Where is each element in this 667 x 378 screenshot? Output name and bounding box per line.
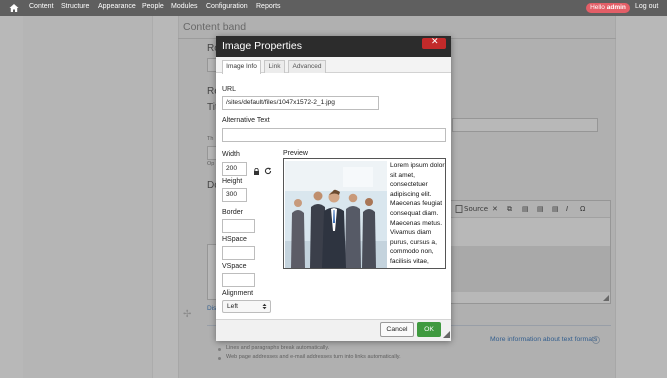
close-button[interactable]: ✕ <box>422 37 446 49</box>
height-input[interactable]: 300 <box>222 188 247 202</box>
tab-image-info[interactable]: Image Info <box>222 60 261 74</box>
url-label: URL <box>222 86 237 93</box>
alt-text-label: Alternative Text <box>222 117 270 124</box>
width-label: Width <box>222 151 240 158</box>
hspace-input[interactable] <box>222 246 255 260</box>
dialog-resize-icon[interactable] <box>443 331 450 338</box>
preview-label: Preview <box>283 150 308 157</box>
close-icon: ✕ <box>431 37 439 47</box>
dialog-title-bar[interactable]: Image Properties <box>216 36 451 57</box>
vspace-input[interactable] <box>222 273 255 287</box>
border-input[interactable] <box>222 219 255 233</box>
hello-user-badge[interactable]: Hello admin <box>586 3 630 13</box>
dialog-tabs: Image Info Link Advanced <box>216 57 451 74</box>
hspace-label: HSpace <box>222 236 247 243</box>
alt-text-input[interactable] <box>222 128 446 142</box>
dialog-title: Image Properties <box>222 40 302 52</box>
hello-prefix: Hello <box>590 4 605 11</box>
border-label: Border <box>222 209 244 216</box>
reset-icon[interactable] <box>264 167 272 175</box>
toolbar-item-content[interactable]: Content <box>29 3 54 10</box>
select-arrows-icon <box>262 303 267 310</box>
alignment-label: Alignment <box>222 290 254 297</box>
image-preview: Lorem ipsum dolor sit amet, consectetuer… <box>283 158 446 269</box>
toolbar-item-configuration[interactable]: Configuration <box>206 3 248 10</box>
toolbar-item-appearance[interactable]: Appearance <box>98 3 136 10</box>
admin-toolbar: Content Structure Appearance People Modu… <box>0 0 667 16</box>
alignment-value: Left <box>227 303 238 310</box>
lock-icon[interactable] <box>253 168 260 175</box>
dialog-footer <box>216 319 451 341</box>
toolbar-item-people[interactable]: People <box>142 3 164 10</box>
width-input[interactable]: 200 <box>222 162 247 176</box>
toolbar-item-reports[interactable]: Reports <box>256 3 281 10</box>
home-icon[interactable] <box>9 3 19 13</box>
logout-link[interactable]: Log out <box>635 3 658 10</box>
alignment-select[interactable]: Left <box>222 300 271 313</box>
url-input[interactable]: /sites/default/files/1047x1572-2_1.jpg <box>222 96 379 110</box>
hello-username: admin <box>606 4 626 11</box>
preview-text: Lorem ipsum dolor sit amet, consectetuer… <box>390 162 445 268</box>
cancel-button[interactable]: Cancel <box>380 322 414 337</box>
tab-link[interactable]: Link <box>264 60 285 73</box>
tab-advanced[interactable]: Advanced <box>288 60 326 73</box>
toolbar-item-structure[interactable]: Structure <box>61 3 89 10</box>
vspace-label: VSpace <box>222 263 247 270</box>
image-properties-dialog: Image Properties ✕ Image Info Link Advan… <box>216 36 451 341</box>
preview-image <box>285 161 387 268</box>
toolbar-item-modules[interactable]: Modules <box>171 3 197 10</box>
ok-button[interactable]: OK <box>417 322 441 337</box>
height-label: Height <box>222 178 243 185</box>
